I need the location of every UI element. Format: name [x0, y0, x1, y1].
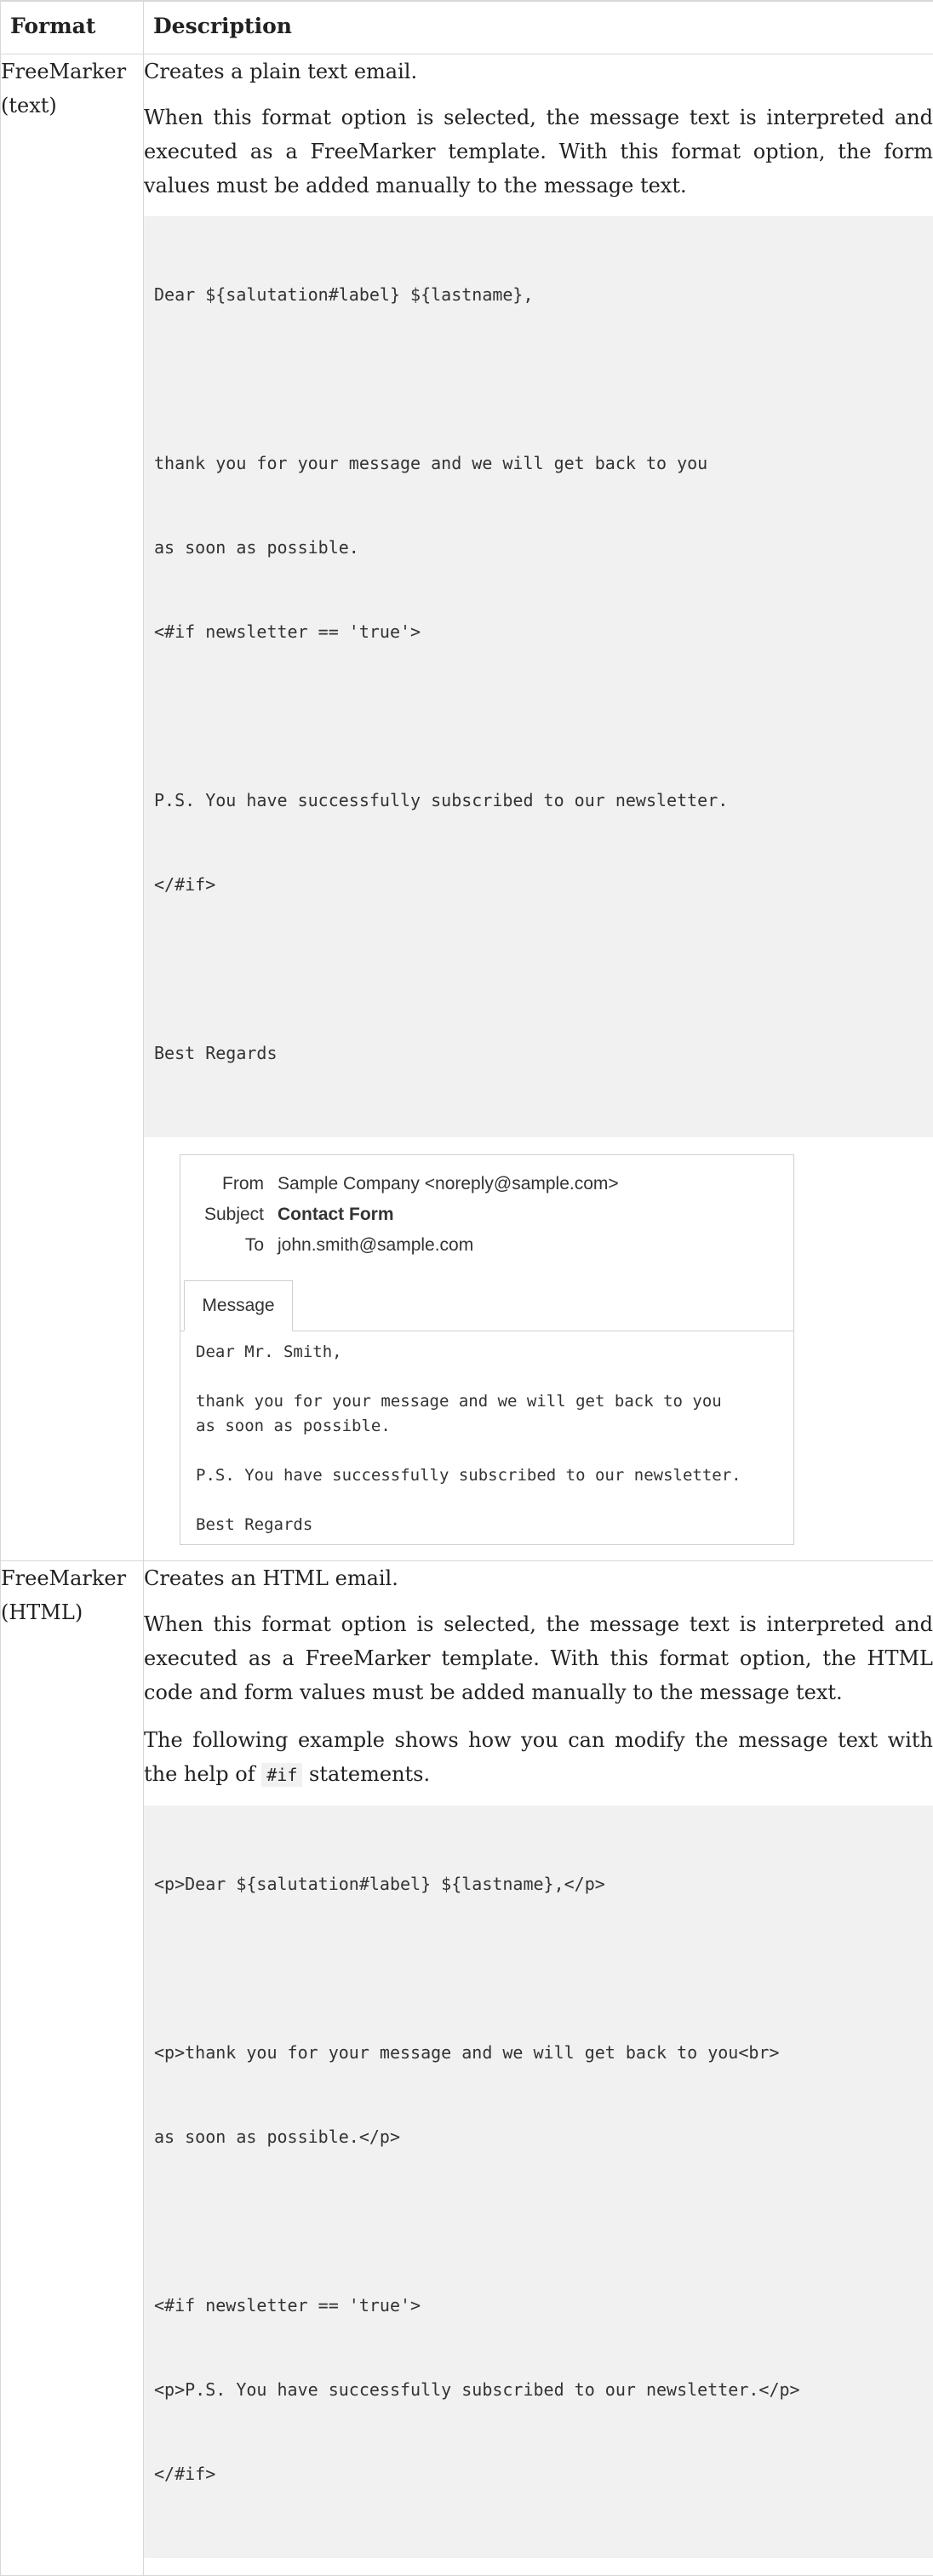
format-variant: (HTML)	[1, 1595, 143, 1629]
to-label: To	[180, 1228, 278, 1262]
code-line: Best Regards	[154, 1039, 923, 1068]
code-line	[154, 702, 923, 730]
code-line: <#if newsletter == 'true'>	[154, 618, 923, 646]
table-row: FreeMarker (text) Creates a plain text e…	[1, 54, 933, 1560]
email-body-line	[196, 1439, 780, 1463]
code-line: </#if>	[154, 2460, 923, 2488]
table-header-row: Format Description	[1, 1, 933, 54]
description-paragraph: When this format option is selected, the…	[144, 1607, 933, 1709]
description-cell: Creates a plain text email. When this fo…	[144, 54, 933, 1560]
email-body: Dear Mr. Smith, thank you for your messa…	[180, 1331, 793, 1544]
intro-text: Creates an HTML email.	[144, 1561, 933, 1595]
email-body-line: P.S. You have successfully subscribed to…	[196, 1463, 780, 1488]
inline-code: #if	[261, 1763, 302, 1787]
code-line: <#if newsletter == 'true'>	[154, 2292, 923, 2320]
code-line: as soon as possible.	[154, 534, 923, 562]
to-value: john.smith@sample.com	[278, 1228, 473, 1262]
description-cell: Creates an HTML email. When this format …	[144, 1560, 933, 2575]
code-line: <p>thank you for your message and we wil…	[154, 2039, 923, 2067]
email-body-line	[196, 1365, 780, 1389]
code-line: P.S. You have successfully subscribed to…	[154, 787, 923, 815]
tab-message[interactable]: Message	[184, 1280, 293, 1331]
code-line: Dear ${salutation#label} ${lastname},	[154, 281, 923, 309]
email-body-line: thank you for your message and we will g…	[196, 1389, 780, 1414]
format-cell: FreeMarker (HTML)	[1, 1560, 144, 2575]
code-line	[154, 955, 923, 983]
from-row: From Sample Company <noreply@sample.com>	[180, 1169, 793, 1199]
email-tabs: Message	[180, 1279, 793, 1331]
format-name: FreeMarker	[1, 54, 143, 89]
email-preview: From Sample Company <noreply@sample.com>…	[180, 1154, 794, 1545]
header-format: Format	[1, 1, 144, 54]
code-block: <p>Dear ${salutation#label} ${lastname},…	[144, 1806, 933, 2558]
code-line: <p>Dear ${salutation#label} ${lastname},…	[154, 1870, 923, 1898]
format-table: Format Description FreeMarker (text) Cre…	[0, 0, 933, 2576]
to-row: To john.smith@sample.com	[180, 1230, 793, 1261]
from-value: Sample Company <noreply@sample.com>	[278, 1167, 619, 1201]
format-cell: FreeMarker (text)	[1, 54, 144, 1560]
code-line	[154, 1955, 923, 1983]
table-row: FreeMarker (HTML) Creates an HTML email.…	[1, 1560, 933, 2575]
email-header: From Sample Company <noreply@sample.com>…	[180, 1155, 793, 1271]
code-line: as soon as possible.</p>	[154, 2123, 923, 2151]
format-name: FreeMarker	[1, 1561, 143, 1595]
code-block: Dear ${salutation#label} ${lastname}, th…	[144, 216, 933, 1137]
code-line	[154, 2207, 923, 2235]
code-line: <p>P.S. You have successfully subscribed…	[154, 2376, 923, 2404]
email-body-line	[196, 1488, 780, 1513]
format-variant: (text)	[1, 89, 143, 123]
email-body-line: Best Regards	[196, 1513, 780, 1537]
example-paragraph: The following example shows how you can …	[144, 1723, 933, 1792]
intro-text: Creates a plain text email.	[144, 54, 933, 89]
subject-label: Subject	[180, 1198, 278, 1232]
email-body-line: Dear Mr. Smith,	[196, 1340, 780, 1365]
header-description: Description	[144, 1, 933, 54]
code-line: </#if>	[154, 871, 923, 899]
code-line: thank you for your message and we will g…	[154, 449, 923, 478]
code-line	[154, 365, 923, 393]
email-body-line: as soon as possible.	[196, 1414, 780, 1439]
from-label: From	[180, 1167, 278, 1201]
description-paragraph: When this format option is selected, the…	[144, 100, 933, 203]
subject-row: Subject Contact Form	[180, 1199, 793, 1230]
example-text-after: statements.	[309, 1762, 430, 1786]
subject-value: Contact Form	[278, 1198, 394, 1232]
